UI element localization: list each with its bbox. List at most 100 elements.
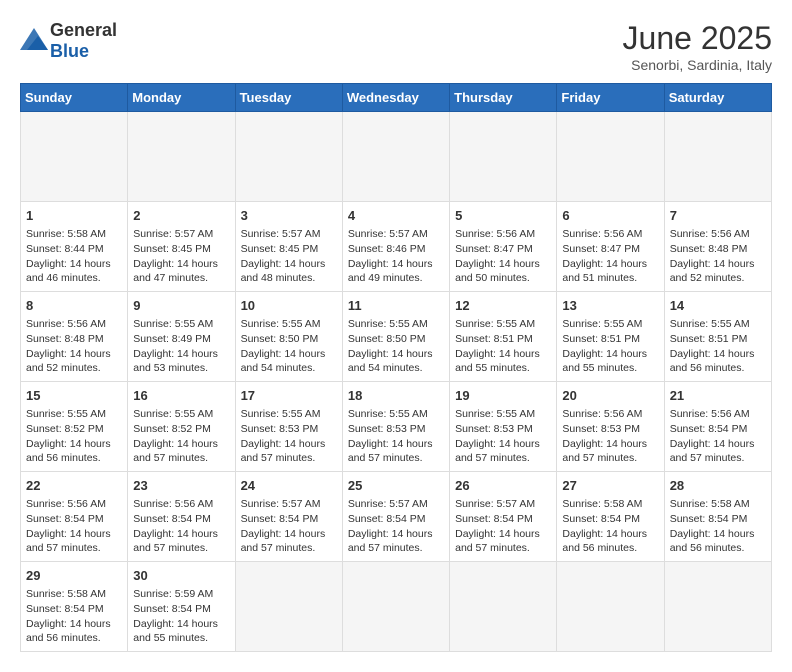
sunrise-label: Sunrise: 5:55 AM bbox=[455, 318, 535, 330]
daylight-label: Daylight: 14 hours and 57 minutes. bbox=[562, 438, 647, 465]
daylight-label: Daylight: 14 hours and 57 minutes. bbox=[241, 438, 326, 465]
table-row bbox=[450, 562, 557, 652]
day-number: 22 bbox=[26, 477, 122, 495]
sunrise-label: Sunrise: 5:58 AM bbox=[26, 228, 106, 240]
sunset-label: Sunset: 8:45 PM bbox=[133, 243, 211, 255]
sunset-label: Sunset: 8:54 PM bbox=[348, 513, 426, 525]
table-row: 4 Sunrise: 5:57 AM Sunset: 8:46 PM Dayli… bbox=[342, 202, 449, 292]
sunrise-label: Sunrise: 5:55 AM bbox=[670, 318, 750, 330]
page-header: General Blue June 2025 Senorbi, Sardinia… bbox=[20, 20, 772, 73]
col-sunday: Sunday bbox=[21, 84, 128, 112]
calendar-title: June 2025 bbox=[623, 20, 772, 57]
daylight-label: Daylight: 14 hours and 55 minutes. bbox=[455, 348, 540, 375]
table-row bbox=[342, 112, 449, 202]
daylight-label: Daylight: 14 hours and 57 minutes. bbox=[133, 528, 218, 555]
sunset-label: Sunset: 8:48 PM bbox=[26, 333, 104, 345]
day-number: 7 bbox=[670, 207, 766, 225]
sunrise-label: Sunrise: 5:55 AM bbox=[241, 318, 321, 330]
table-row: 30 Sunrise: 5:59 AM Sunset: 8:54 PM Dayl… bbox=[128, 562, 235, 652]
sunset-label: Sunset: 8:54 PM bbox=[241, 513, 319, 525]
daylight-label: Daylight: 14 hours and 56 minutes. bbox=[26, 438, 111, 465]
calendar-week-row: 1 Sunrise: 5:58 AM Sunset: 8:44 PM Dayli… bbox=[21, 202, 772, 292]
calendar-week-row: 8 Sunrise: 5:56 AM Sunset: 8:48 PM Dayli… bbox=[21, 292, 772, 382]
table-row: 2 Sunrise: 5:57 AM Sunset: 8:45 PM Dayli… bbox=[128, 202, 235, 292]
sunrise-label: Sunrise: 5:59 AM bbox=[133, 588, 213, 600]
calendar-header-row: Sunday Monday Tuesday Wednesday Thursday… bbox=[21, 84, 772, 112]
day-number: 27 bbox=[562, 477, 658, 495]
daylight-label: Daylight: 14 hours and 55 minutes. bbox=[133, 618, 218, 645]
day-number: 8 bbox=[26, 297, 122, 315]
table-row: 13 Sunrise: 5:55 AM Sunset: 8:51 PM Dayl… bbox=[557, 292, 664, 382]
daylight-label: Daylight: 14 hours and 50 minutes. bbox=[455, 258, 540, 285]
day-number: 28 bbox=[670, 477, 766, 495]
daylight-label: Daylight: 14 hours and 57 minutes. bbox=[241, 528, 326, 555]
day-number: 25 bbox=[348, 477, 444, 495]
table-row: 6 Sunrise: 5:56 AM Sunset: 8:47 PM Dayli… bbox=[557, 202, 664, 292]
sunset-label: Sunset: 8:45 PM bbox=[241, 243, 319, 255]
daylight-label: Daylight: 14 hours and 54 minutes. bbox=[348, 348, 433, 375]
table-row: 9 Sunrise: 5:55 AM Sunset: 8:49 PM Dayli… bbox=[128, 292, 235, 382]
day-number: 26 bbox=[455, 477, 551, 495]
daylight-label: Daylight: 14 hours and 57 minutes. bbox=[455, 528, 540, 555]
sunrise-label: Sunrise: 5:55 AM bbox=[455, 408, 535, 420]
table-row bbox=[342, 562, 449, 652]
sunset-label: Sunset: 8:54 PM bbox=[133, 603, 211, 615]
sunrise-label: Sunrise: 5:55 AM bbox=[562, 318, 642, 330]
sunset-label: Sunset: 8:48 PM bbox=[670, 243, 748, 255]
table-row: 23 Sunrise: 5:56 AM Sunset: 8:54 PM Dayl… bbox=[128, 472, 235, 562]
day-number: 30 bbox=[133, 567, 229, 585]
table-row bbox=[664, 562, 771, 652]
table-row: 19 Sunrise: 5:55 AM Sunset: 8:53 PM Dayl… bbox=[450, 382, 557, 472]
sunset-label: Sunset: 8:51 PM bbox=[455, 333, 533, 345]
day-number: 18 bbox=[348, 387, 444, 405]
table-row: 21 Sunrise: 5:56 AM Sunset: 8:54 PM Dayl… bbox=[664, 382, 771, 472]
daylight-label: Daylight: 14 hours and 57 minutes. bbox=[455, 438, 540, 465]
sunset-label: Sunset: 8:54 PM bbox=[562, 513, 640, 525]
table-row: 7 Sunrise: 5:56 AM Sunset: 8:48 PM Dayli… bbox=[664, 202, 771, 292]
daylight-label: Daylight: 14 hours and 54 minutes. bbox=[241, 348, 326, 375]
sunrise-label: Sunrise: 5:56 AM bbox=[562, 408, 642, 420]
sunset-label: Sunset: 8:54 PM bbox=[670, 513, 748, 525]
table-row bbox=[664, 112, 771, 202]
sunset-label: Sunset: 8:50 PM bbox=[348, 333, 426, 345]
daylight-label: Daylight: 14 hours and 52 minutes. bbox=[670, 258, 755, 285]
sunrise-label: Sunrise: 5:57 AM bbox=[348, 498, 428, 510]
table-row: 1 Sunrise: 5:58 AM Sunset: 8:44 PM Dayli… bbox=[21, 202, 128, 292]
sunset-label: Sunset: 8:51 PM bbox=[562, 333, 640, 345]
sunset-label: Sunset: 8:52 PM bbox=[26, 423, 104, 435]
table-row bbox=[128, 112, 235, 202]
table-row: 29 Sunrise: 5:58 AM Sunset: 8:54 PM Dayl… bbox=[21, 562, 128, 652]
table-row: 16 Sunrise: 5:55 AM Sunset: 8:52 PM Dayl… bbox=[128, 382, 235, 472]
day-number: 2 bbox=[133, 207, 229, 225]
sunrise-label: Sunrise: 5:57 AM bbox=[241, 498, 321, 510]
sunset-label: Sunset: 8:53 PM bbox=[455, 423, 533, 435]
table-row: 11 Sunrise: 5:55 AM Sunset: 8:50 PM Dayl… bbox=[342, 292, 449, 382]
table-row: 20 Sunrise: 5:56 AM Sunset: 8:53 PM Dayl… bbox=[557, 382, 664, 472]
day-number: 13 bbox=[562, 297, 658, 315]
sunrise-label: Sunrise: 5:56 AM bbox=[455, 228, 535, 240]
sunset-label: Sunset: 8:52 PM bbox=[133, 423, 211, 435]
day-number: 14 bbox=[670, 297, 766, 315]
day-number: 24 bbox=[241, 477, 337, 495]
sunrise-label: Sunrise: 5:55 AM bbox=[241, 408, 321, 420]
day-number: 17 bbox=[241, 387, 337, 405]
day-number: 21 bbox=[670, 387, 766, 405]
col-thursday: Thursday bbox=[450, 84, 557, 112]
daylight-label: Daylight: 14 hours and 57 minutes. bbox=[133, 438, 218, 465]
sunrise-label: Sunrise: 5:55 AM bbox=[133, 318, 213, 330]
calendar-subtitle: Senorbi, Sardinia, Italy bbox=[623, 57, 772, 73]
table-row: 22 Sunrise: 5:56 AM Sunset: 8:54 PM Dayl… bbox=[21, 472, 128, 562]
calendar-week-row: 29 Sunrise: 5:58 AM Sunset: 8:54 PM Dayl… bbox=[21, 562, 772, 652]
sunrise-label: Sunrise: 5:56 AM bbox=[133, 498, 213, 510]
calendar-table: Sunday Monday Tuesday Wednesday Thursday… bbox=[20, 83, 772, 652]
sunrise-label: Sunrise: 5:58 AM bbox=[562, 498, 642, 510]
daylight-label: Daylight: 14 hours and 52 minutes. bbox=[26, 348, 111, 375]
day-number: 5 bbox=[455, 207, 551, 225]
sunrise-label: Sunrise: 5:55 AM bbox=[133, 408, 213, 420]
sunrise-label: Sunrise: 5:56 AM bbox=[26, 318, 106, 330]
day-number: 11 bbox=[348, 297, 444, 315]
daylight-label: Daylight: 14 hours and 57 minutes. bbox=[670, 438, 755, 465]
calendar-week-row: 15 Sunrise: 5:55 AM Sunset: 8:52 PM Dayl… bbox=[21, 382, 772, 472]
day-number: 3 bbox=[241, 207, 337, 225]
daylight-label: Daylight: 14 hours and 47 minutes. bbox=[133, 258, 218, 285]
